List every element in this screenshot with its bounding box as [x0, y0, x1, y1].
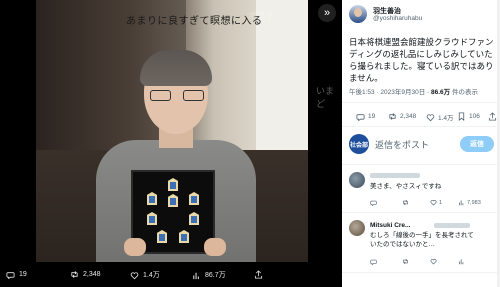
person-hand-left — [124, 238, 146, 256]
collapse-panel-button[interactable]: » — [318, 4, 336, 22]
divider — [342, 102, 500, 103]
tweet-view-count: 86.6万 — [431, 89, 451, 96]
bookmark-icon — [458, 112, 465, 121]
repost-icon — [389, 113, 396, 120]
reply-text: むしろ「線後の一手」を長考されて — [370, 232, 474, 239]
media-view-count: 86.7万 — [205, 272, 226, 279]
reply-avatar[interactable] — [349, 220, 365, 236]
reply-view-count: 7,983 — [467, 199, 481, 206]
media-like-count: 1.4万 — [143, 272, 160, 279]
media-reply-stat[interactable]: 19 — [6, 270, 27, 279]
shogi-piece — [179, 230, 189, 243]
shogi-piece — [189, 192, 199, 205]
media-share-button[interactable] — [254, 270, 263, 279]
bar-chart-icon — [459, 259, 464, 265]
current-user-avatar[interactable]: 社会部 — [349, 134, 369, 154]
reply-icon — [356, 114, 365, 121]
divider — [342, 272, 500, 273]
bookmark-action[interactable]: 106 — [457, 112, 480, 121]
media-viewer: あまりに良すぎて瞑想に入る ポスト いまど » 19 2,348 1.4万 86… — [0, 0, 342, 287]
reply-view-action[interactable]: 7,983 — [458, 199, 481, 206]
reply-repost-action[interactable] — [402, 199, 409, 206]
tweet-text: 日本将棋連盟会館建設クラウドファン ディングの返礼品にしみじみしていた ら撮られ… — [349, 36, 497, 84]
share-icon — [488, 112, 497, 121]
repost-icon — [403, 199, 408, 206]
heart-icon — [430, 259, 437, 265]
avatar-face — [354, 8, 362, 17]
person-hair — [140, 50, 212, 86]
reply-icon — [370, 259, 377, 265]
person-glasses — [150, 90, 204, 102]
reply-text: 美さま、やさスィですね — [370, 183, 442, 190]
current-user-avatar-text: 社会部 — [350, 143, 369, 149]
tweet-text-line: ません。 — [349, 73, 383, 83]
heart-icon — [130, 271, 139, 279]
bar-chart-icon — [459, 200, 464, 206]
photo-caption: あまりに良すぎて瞑想に入る — [126, 16, 263, 27]
shogi-piece — [157, 230, 167, 243]
repost-count: 2,348 — [400, 113, 417, 120]
tweet-timestamp[interactable]: 午後1:53 · 2023年9月30日 · — [349, 89, 431, 96]
repost-action[interactable]: 2,348 — [388, 112, 416, 121]
reply-avatar[interactable] — [349, 172, 365, 188]
reply-icon — [6, 272, 15, 279]
bookmark-count: 106 — [469, 113, 480, 120]
reply-like-action[interactable]: 1 — [430, 199, 442, 206]
divider — [342, 164, 500, 165]
media-stats-bar: 19 2,348 1.4万 86.7万 — [0, 262, 342, 287]
repost-icon — [403, 258, 408, 265]
reply-submit-button[interactable]: 返信 — [460, 136, 494, 152]
double-chevron-right-icon: » — [323, 7, 331, 19]
shogi-piece — [147, 212, 157, 225]
reply-count: 19 — [368, 113, 376, 120]
media-repost-count: 2,348 — [83, 271, 101, 278]
person-hand-right — [204, 238, 226, 256]
tweet-text-line: ら撮られました。寝ている訳ではあり — [349, 61, 494, 71]
shogi-piece — [168, 178, 178, 191]
share-action[interactable] — [488, 112, 497, 121]
media-reply-count: 19 — [19, 271, 27, 278]
share-icon — [254, 270, 263, 279]
reply-icon — [370, 200, 377, 206]
reply-like-action[interactable] — [430, 258, 437, 265]
reply-action[interactable]: 19 — [356, 112, 375, 121]
tweet-meta: 午後1:53 · 2023年9月30日 · 86.6万 件の表示 — [349, 86, 478, 96]
reply-comment-action[interactable] — [370, 199, 377, 206]
author-avatar[interactable] — [349, 5, 367, 23]
media-like-stat[interactable]: 1.4万 — [130, 270, 160, 280]
media-view-stat[interactable]: 86.7万 — [192, 270, 226, 280]
divider — [342, 126, 500, 127]
shogi-piece — [168, 194, 178, 207]
like-count: 1.4万 — [438, 115, 454, 122]
bar-chart-icon — [193, 272, 199, 279]
shogi-piece — [147, 192, 157, 205]
repost-icon — [71, 271, 78, 278]
reply-view-action[interactable] — [458, 258, 465, 265]
tweet-view-label: 件の表示 — [450, 89, 478, 96]
reply-comment-action[interactable] — [370, 258, 377, 265]
reply-text: いたのではないかと… — [370, 241, 435, 248]
background-ghost-text: いまど — [316, 86, 335, 109]
author-handle[interactable]: @yoshiharuhabu — [373, 15, 422, 22]
heart-icon — [426, 113, 435, 121]
reply-author-name[interactable]: Mitsuki Cre... — [370, 221, 410, 230]
shogi-piece — [189, 212, 199, 225]
reply-author-name-blurred — [370, 173, 420, 178]
background-ghost-text: ポスト — [248, 11, 276, 21]
tweet-text-line: ディングの返礼品にしみじみしていた — [349, 49, 493, 59]
media-repost-stat[interactable]: 2,348 — [70, 270, 101, 279]
tweet-text-line: 日本将棋連盟会館建設クラウドファン — [349, 37, 494, 47]
divider — [342, 212, 500, 213]
reply-repost-action[interactable] — [402, 258, 409, 265]
reply-input[interactable]: 返信をポスト — [375, 138, 429, 151]
heart-icon — [430, 200, 437, 206]
tweet-photo[interactable]: あまりに良すぎて瞑想に入る — [36, 0, 308, 262]
tweet-detail-pane: 羽生善治 @yoshiharuhabu 日本将棋連盟会館建設クラウドファン ディ… — [342, 0, 500, 287]
reply-like-count: 1 — [439, 199, 443, 206]
like-action[interactable]: 1.4万 — [426, 112, 454, 122]
reply-author-handle-blurred — [434, 223, 470, 228]
